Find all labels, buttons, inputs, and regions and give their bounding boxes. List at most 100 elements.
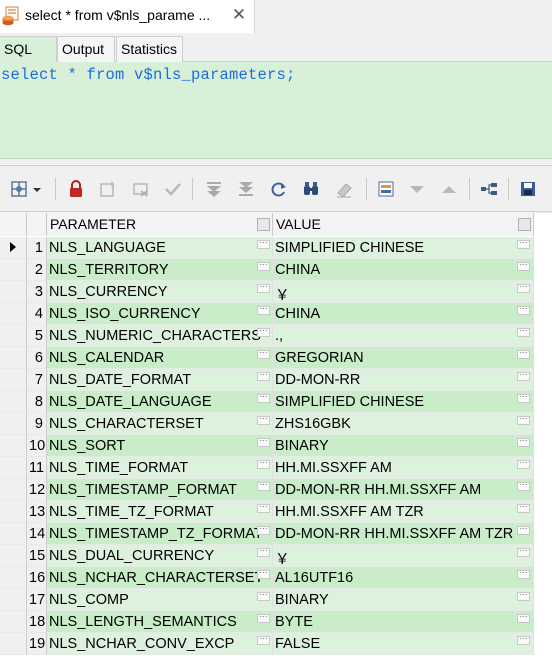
cell-editor-button[interactable]: ··· xyxy=(257,481,270,491)
cell-editor-button[interactable]: ··· xyxy=(257,635,270,645)
parameter-cell[interactable]: NLS_TIME_FORMAT ··· xyxy=(47,457,273,479)
cell-editor-button[interactable]: ··· xyxy=(257,305,270,315)
table-row[interactable]: 2 NLS_TERRITORY ··· CHINA ··· xyxy=(0,259,552,281)
cell-editor-button[interactable]: ··· xyxy=(257,503,270,513)
cell-editor-button[interactable]: ··· xyxy=(517,261,530,271)
cell-editor-button[interactable]: ··· xyxy=(517,635,530,645)
cell-editor-button[interactable]: ··· xyxy=(517,437,530,447)
table-row[interactable]: 17 NLS_COMP ··· BINARY ··· xyxy=(0,589,552,611)
save-icon[interactable] xyxy=(517,178,539,200)
parameter-cell[interactable]: NLS_SORT ··· xyxy=(47,435,273,457)
first-record-icon[interactable] xyxy=(203,178,225,200)
tab-statistics[interactable]: Statistics xyxy=(116,36,183,62)
parameter-cell[interactable]: NLS_CALENDAR ··· xyxy=(47,347,273,369)
cell-editor-button[interactable]: ··· xyxy=(257,547,270,557)
parameter-cell[interactable]: NLS_NCHAR_CHARACTERSET ··· xyxy=(47,567,273,589)
parameter-cell[interactable]: NLS_NCHAR_CONV_EXCP ··· xyxy=(47,633,273,655)
cell-editor-button[interactable]: ··· xyxy=(257,349,270,359)
table-row[interactable]: 3 NLS_CURRENCY ··· ￥ ··· xyxy=(0,281,552,303)
post-edit-icon[interactable] xyxy=(162,178,184,200)
cell-editor-button[interactable]: ··· xyxy=(517,349,530,359)
row-indicator-cell[interactable] xyxy=(0,281,27,303)
value-cell[interactable]: BINARY ··· xyxy=(273,435,534,457)
row-indicator-cell[interactable] xyxy=(0,633,27,655)
sort-ascending-icon[interactable] xyxy=(438,178,460,200)
column-header-parameter[interactable]: PARAMETER xyxy=(47,213,273,236)
row-indicator-cell[interactable] xyxy=(0,545,27,567)
delete-record-icon[interactable] xyxy=(130,178,152,200)
row-indicator-cell[interactable] xyxy=(0,347,27,369)
cell-editor-button[interactable]: ··· xyxy=(517,591,530,601)
cell-editor-button[interactable]: ··· xyxy=(517,239,530,249)
table-row[interactable]: 15 NLS_DUAL_CURRENCY ··· ￥ ··· xyxy=(0,545,552,567)
value-cell[interactable]: DD-MON-RR ··· xyxy=(273,369,534,391)
cell-editor-button[interactable]: ··· xyxy=(257,371,270,381)
sort-descending-icon[interactable] xyxy=(406,178,428,200)
last-record-icon[interactable] xyxy=(235,178,257,200)
column-filter-button[interactable] xyxy=(257,218,270,231)
table-row[interactable]: 13 NLS_TIME_TZ_FORMAT ··· HH.MI.SSXFF AM TZ… xyxy=(0,501,552,523)
cell-editor-button[interactable]: ··· xyxy=(257,327,270,337)
value-cell[interactable]: ￥ ··· xyxy=(273,281,534,303)
cell-editor-button[interactable]: ··· xyxy=(257,261,270,271)
table-row[interactable]: 14 NLS_TIMESTAMP_TZ_FORMAT ··· DD-MON-RR HH… xyxy=(0,523,552,545)
refresh-icon[interactable] xyxy=(268,178,290,200)
column-header-value[interactable]: VALUE xyxy=(273,213,534,236)
row-indicator-cell[interactable] xyxy=(0,237,27,259)
table-row[interactable]: 12 NLS_TIMESTAMP_FORMAT ··· DD-MON-RR HH.MI… xyxy=(0,479,552,501)
cell-editor-button[interactable]: ··· xyxy=(517,283,530,293)
row-indicator-cell[interactable] xyxy=(0,435,27,457)
parameter-cell[interactable]: NLS_TIMESTAMP_FORMAT ··· xyxy=(47,479,273,501)
cell-editor-button[interactable]: ··· xyxy=(517,613,530,623)
value-cell[interactable]: ZHS16GBK ··· xyxy=(273,413,534,435)
cell-editor-button[interactable]: ··· xyxy=(517,569,530,579)
table-row[interactable]: 10 NLS_SORT ··· BINARY ··· xyxy=(0,435,552,457)
value-cell[interactable]: ￥ ··· xyxy=(273,545,534,567)
value-cell[interactable]: BYTE ··· xyxy=(273,611,534,633)
parameter-cell[interactable]: NLS_TIMESTAMP_TZ_FORMAT ··· xyxy=(47,523,273,545)
cell-editor-button[interactable]: ··· xyxy=(257,569,270,579)
cell-editor-button[interactable]: ··· xyxy=(257,437,270,447)
cell-editor-button[interactable]: ··· xyxy=(257,393,270,403)
cell-editor-button[interactable]: ··· xyxy=(257,415,270,425)
table-row[interactable]: 11 NLS_TIME_FORMAT ··· HH.MI.SSXFF AM ··· xyxy=(0,457,552,479)
parameter-cell[interactable]: NLS_TERRITORY ··· xyxy=(47,259,273,281)
parameter-cell[interactable]: NLS_COMP ··· xyxy=(47,589,273,611)
single-record-view-icon[interactable] xyxy=(375,178,397,200)
tab-sql[interactable]: SQL xyxy=(0,36,57,63)
cell-editor-button[interactable]: ··· xyxy=(257,283,270,293)
value-cell[interactable]: SIMPLIFIED CHINESE ··· xyxy=(273,391,534,413)
cell-editor-button[interactable]: ··· xyxy=(517,393,530,403)
cell-editor-button[interactable]: ··· xyxy=(257,591,270,601)
clear-icon[interactable] xyxy=(333,178,355,200)
column-filter-button[interactable] xyxy=(518,218,531,231)
cell-editor-button[interactable]: ··· xyxy=(517,481,530,491)
cell-editor-button[interactable]: ··· xyxy=(517,459,530,469)
query-plan-icon[interactable] xyxy=(478,178,500,200)
row-indicator-cell[interactable] xyxy=(0,325,27,347)
parameter-cell[interactable]: NLS_CURRENCY ··· xyxy=(47,281,273,303)
table-row[interactable]: 4 NLS_ISO_CURRENCY ··· CHINA ··· xyxy=(0,303,552,325)
value-cell[interactable]: GREGORIAN ··· xyxy=(273,347,534,369)
row-indicator-cell[interactable] xyxy=(0,303,27,325)
value-cell[interactable]: AL16UTF16 ··· xyxy=(273,567,534,589)
cell-editor-button[interactable]: ··· xyxy=(517,415,530,425)
value-cell[interactable]: CHINA ··· xyxy=(273,303,534,325)
parameter-cell[interactable]: NLS_LENGTH_SEMANTICS ··· xyxy=(47,611,273,633)
document-tab[interactable]: select * from v$nls_parame ... ✕ xyxy=(0,0,255,33)
table-row[interactable]: 6 NLS_CALENDAR ··· GREGORIAN ··· xyxy=(0,347,552,369)
tab-output[interactable]: Output xyxy=(57,36,115,62)
table-row[interactable]: 7 NLS_DATE_FORMAT ··· DD-MON-RR ··· xyxy=(0,369,552,391)
result-grid[interactable]: PARAMETER VALUE 1 NLS_LANGUAGE ··· SIMPLIFI… xyxy=(0,213,552,667)
row-indicator-cell[interactable] xyxy=(0,501,27,523)
row-indicator-cell[interactable] xyxy=(0,611,27,633)
cell-editor-button[interactable]: ··· xyxy=(517,525,530,535)
table-row[interactable]: 1 NLS_LANGUAGE ··· SIMPLIFIED CHINESE ··· xyxy=(0,237,552,259)
value-cell[interactable]: DD-MON-RR HH.MI.SSXFF AM TZR ··· xyxy=(273,523,534,545)
insert-record-icon[interactable] xyxy=(97,178,119,200)
cell-editor-button[interactable]: ··· xyxy=(517,371,530,381)
sql-editor[interactable]: select * from v$nls_parameters; xyxy=(0,62,552,159)
row-indicator-cell[interactable] xyxy=(0,457,27,479)
row-indicator-cell[interactable] xyxy=(0,589,27,611)
row-indicator-cell[interactable] xyxy=(0,567,27,589)
